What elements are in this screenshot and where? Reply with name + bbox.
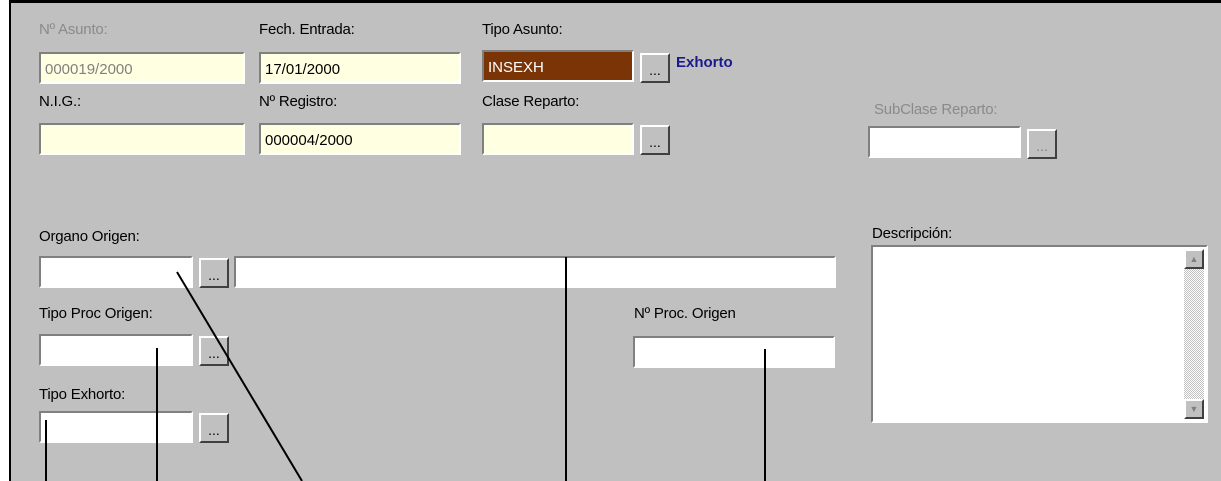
annotation-leader-lines: [45, 257, 766, 481]
leader-line-organo-origen-code: [176, 271, 303, 481]
